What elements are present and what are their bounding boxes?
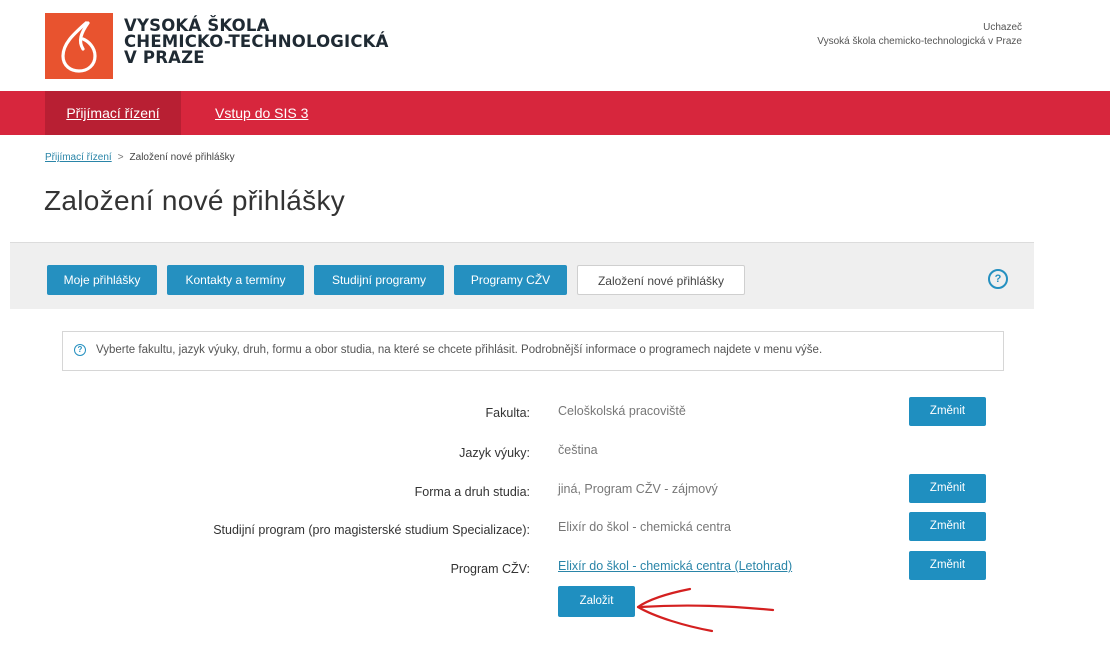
value-study-program: Elixír do škol - chemická centra (558, 520, 731, 534)
value-study-form: jiná, Program CŽV - zájmový (558, 482, 718, 496)
value-language: čeština (558, 443, 598, 457)
school-name-line-3: V PRAZE (124, 48, 205, 67)
label-faculty: Fakulta: (485, 406, 530, 420)
info-question-icon: ? (74, 344, 86, 356)
flask-logo-icon (61, 21, 97, 73)
label-czv-program: Program CŽV: (450, 562, 530, 576)
school-name: VYSOKÁ ŠKOLA CHEMICKO-TECHNOLOGICKÁ V PR… (124, 17, 389, 67)
breadcrumb: Přijímací řízení > Založení nové přihlášky (45, 152, 235, 163)
value-czv-program-link[interactable]: Elixír do škol - chemická centra (Letohr… (558, 559, 792, 573)
breadcrumb-separator: > (117, 152, 124, 163)
change-faculty-button[interactable]: Změnit (909, 397, 986, 426)
tab-my-applications[interactable]: Moje přihlášky (47, 265, 157, 295)
label-study-program: Studijní program (pro magisterské studiu… (213, 523, 530, 537)
user-role: Uchazeč (983, 22, 1022, 33)
user-info: Uchazeč Vysoká škola chemicko-technologi… (817, 21, 1022, 49)
question-circle-icon[interactable]: ? (988, 269, 1008, 289)
nav-item-admission[interactable]: Přijímací řízení (45, 91, 181, 135)
main-nav: Přijímací řízení Vstup do SIS 3 (0, 91, 1110, 135)
tab-study-programs[interactable]: Studijní programy (314, 265, 444, 295)
info-box: ? Vyberte fakultu, jazyk výuky, druh, fo… (62, 331, 1004, 371)
label-language: Jazyk výuky: (459, 446, 530, 460)
change-czv-program-button[interactable]: Změnit (909, 551, 986, 580)
page-title: Založení nové přihlášky (44, 185, 346, 216)
school-logo[interactable] (45, 13, 113, 79)
tab-contacts-dates[interactable]: Kontakty a termíny (167, 265, 304, 295)
tab-new-application[interactable]: Založení nové přihlášky (577, 265, 745, 295)
breadcrumb-current: Založení nové přihlášky (129, 152, 235, 163)
submit-button[interactable]: Založit (558, 586, 635, 617)
breadcrumb-parent-link[interactable]: Přijímací řízení (45, 152, 112, 163)
nav-item-sis3[interactable]: Vstup do SIS 3 (215, 91, 308, 135)
info-text: Vyberte fakultu, jazyk výuky, druh, form… (96, 344, 823, 356)
label-study-form: Forma a druh studia: (414, 485, 530, 499)
tab-bar: Moje přihlášky Kontakty a termíny Studij… (10, 242, 1034, 309)
change-study-program-button[interactable]: Změnit (909, 512, 986, 541)
value-faculty: Celoškolská pracoviště (558, 404, 686, 418)
user-school: Vysoká škola chemicko-technologická v Pr… (817, 36, 1022, 47)
tab-czv-programs[interactable]: Programy CŽV (454, 265, 567, 295)
change-study-form-button[interactable]: Změnit (909, 474, 986, 503)
